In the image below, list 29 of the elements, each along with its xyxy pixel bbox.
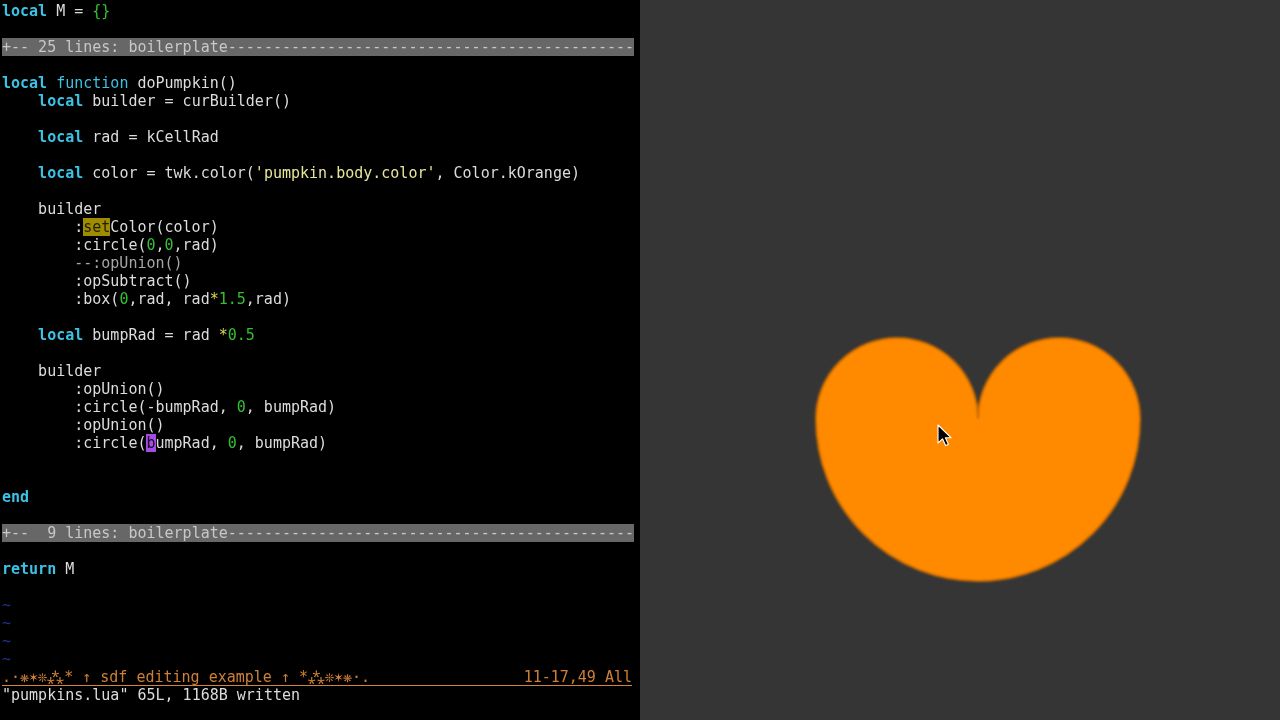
empty-line-marker: ~ [2,650,12,668]
folded-lines-bar[interactable]: +-- 9 lines: boilerplate--------------------------------------------- [2,524,635,542]
code-line: local M = {} [2,2,111,20]
cursor-position: 11-17,49 All [523,668,632,685]
code-line: local rad = kCellRad [38,128,219,146]
code-line: local builder = curBuilder() [38,92,291,110]
code-line: return M [2,560,75,578]
command-line-message: "pumpkins.lua" 65L, 1168B written [2,686,300,704]
code-line: :opSubtract() [74,272,192,290]
code-line: --:opUnion() [74,254,183,272]
code-line: end [2,488,30,506]
code-line: local color = twk.color('pumpkin.body.color', Color.kOrange) [38,164,580,182]
mouse-pointer-icon [937,424,952,447]
code-line: :circle(bumpRad, 0, bumpRad) [74,434,328,452]
code-line: :opUnion() [74,416,165,434]
code-line: :circle(-bumpRad, 0, bumpRad) [74,398,337,416]
empty-line-marker: ~ [2,596,12,614]
code-line: :circle(0,0,rad) [74,236,219,254]
code-line: builder [38,200,102,218]
empty-line-marker: ~ [2,614,12,632]
code-line: local function doPumpkin() [2,74,237,92]
code-line: :setColor(color) [74,218,219,236]
status-title: .·❋✶❊⁂* ↑ sdf editing example ↑ *⁂❊✶❋·. [2,668,371,685]
folded-lines-bar[interactable]: +-- 25 lines: boilerplate--------------------------------------------- [2,38,635,56]
code-line: local bumpRad = rad *0.5 [38,326,255,344]
code-line: :box(0,rad, rad*1.5,rad) [74,290,291,308]
code-line: builder [38,362,102,380]
empty-line-marker: ~ [2,632,12,650]
code-line: :opUnion() [74,380,165,398]
